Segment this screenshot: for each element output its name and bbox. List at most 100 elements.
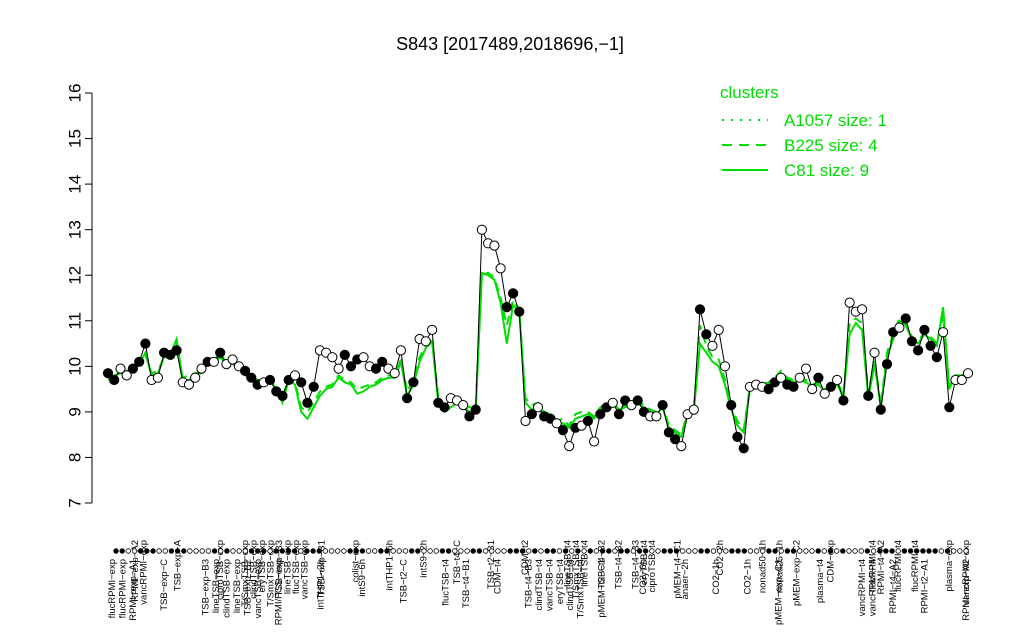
rug-marker	[618, 548, 624, 554]
rug-marker	[544, 548, 550, 554]
rug-marker	[636, 548, 643, 554]
rug-marker	[279, 548, 285, 554]
rug-marker	[797, 548, 803, 554]
y-tick-label: 14	[66, 175, 85, 194]
rug-marker	[760, 548, 766, 554]
rug-marker	[402, 548, 409, 554]
data-point	[944, 402, 955, 413]
data-point	[152, 372, 163, 383]
rug-marker	[433, 548, 439, 554]
rug-marker	[569, 548, 575, 554]
rug-marker	[199, 548, 205, 554]
x-tick-label-top: intS9−2h	[418, 540, 429, 578]
rug-marker	[304, 548, 310, 554]
rug-marker	[889, 548, 895, 554]
rug-marker	[464, 548, 470, 554]
rug-marker	[476, 548, 483, 554]
data-point	[651, 411, 662, 422]
rug-marker	[747, 548, 754, 554]
data-point	[395, 345, 406, 356]
data-point	[881, 359, 893, 370]
rug-marker	[162, 548, 168, 554]
rug-marker	[593, 548, 600, 554]
data-point	[701, 329, 712, 340]
x-tick-label-bottom: TSB−t4−B3	[524, 559, 535, 608]
data-point	[925, 340, 936, 351]
rug-marker	[612, 548, 618, 554]
data-point	[507, 288, 519, 299]
rug-marker	[137, 548, 144, 554]
rug-marker	[895, 548, 901, 554]
data-point	[894, 322, 905, 333]
data-point	[688, 404, 699, 415]
data-point	[800, 363, 812, 374]
data-point	[333, 363, 344, 374]
legend-label-c81: C81 size: 9	[784, 161, 869, 180]
rug-marker	[113, 548, 119, 554]
data-point	[657, 400, 668, 411]
data-point	[327, 352, 338, 363]
rug-marker	[858, 548, 864, 554]
x-tick-label-top: TSB−exp−A	[172, 539, 183, 591]
rug-marker	[365, 548, 372, 554]
rug-marker	[285, 548, 292, 554]
y-tick-label: 8	[66, 453, 85, 462]
rug-marker	[470, 548, 476, 554]
rug-marker	[255, 548, 261, 554]
data-point	[694, 304, 706, 315]
y-axis: 7 8 9 10 11 12 13 14 15 16	[66, 84, 93, 508]
data-point	[913, 345, 924, 356]
x-tick-label-bottom: CO2−1h	[742, 559, 753, 595]
rug-marker	[421, 548, 427, 554]
rug-marker	[409, 548, 415, 554]
rug-marker	[606, 548, 612, 554]
data-point	[532, 402, 544, 413]
rug-marker	[630, 548, 637, 554]
x-tick-label-top: plasma−exp	[944, 540, 955, 592]
rug-marker	[963, 548, 969, 554]
rug-marker	[649, 548, 655, 554]
data-point	[713, 324, 724, 335]
x-tick-labels-bottom: flucRPMI−exp flucRPMI−exp RPMI−exp−A1 TSB−e…	[107, 559, 972, 625]
rug-marker	[784, 548, 791, 554]
rug-marker	[526, 548, 532, 554]
x-tick-label-bottom: TSB−exp−B2	[242, 559, 253, 616]
rug-marker	[439, 548, 446, 554]
rug-marker	[445, 548, 452, 554]
data-point	[726, 400, 737, 411]
rug-marker	[353, 548, 359, 554]
rug-marker	[217, 548, 224, 554]
data-point	[857, 304, 868, 315]
rug-marker	[827, 548, 834, 554]
data-point	[458, 400, 469, 411]
rug-marker	[667, 548, 673, 554]
data-point	[402, 393, 413, 404]
rug-marker	[562, 548, 569, 554]
chart: S843 [2017489,2018696,−1] 7 8 9 10 11 12 13 14 1…	[66, 34, 974, 625]
x-tick-label-bottom: RPMI/FCS−exp	[274, 559, 285, 625]
rug-marker	[951, 548, 957, 554]
rug-marker	[901, 548, 908, 554]
data-point	[514, 306, 525, 317]
x-tick-label-bottom: anaer−2h	[680, 559, 691, 599]
rug-marker	[156, 548, 162, 554]
rug-marker	[907, 548, 914, 554]
y-tick-label: 12	[66, 266, 85, 285]
rug-marker	[427, 548, 433, 554]
data-point	[582, 415, 594, 427]
rug-marker	[643, 548, 649, 554]
legend-label-b225: B225 size: 4	[784, 136, 878, 155]
rug-marker	[291, 548, 298, 554]
data-point	[589, 436, 600, 447]
rug-marker	[655, 548, 661, 554]
y-tick-label: 7	[66, 498, 85, 507]
x-tick-label-bottom: intTHP1−2h	[315, 559, 326, 609]
x-tick-label-bottom: CDM−t4	[492, 559, 503, 594]
rug-marker	[507, 548, 513, 554]
data-point	[900, 313, 911, 324]
data-point	[171, 345, 182, 356]
y-tick-label: 9	[66, 407, 85, 416]
legend-label-a1057: A1057 size: 1	[784, 111, 887, 130]
x-tick-label-bottom: RPMI−exp−A1	[128, 559, 139, 621]
data-point	[869, 347, 880, 358]
